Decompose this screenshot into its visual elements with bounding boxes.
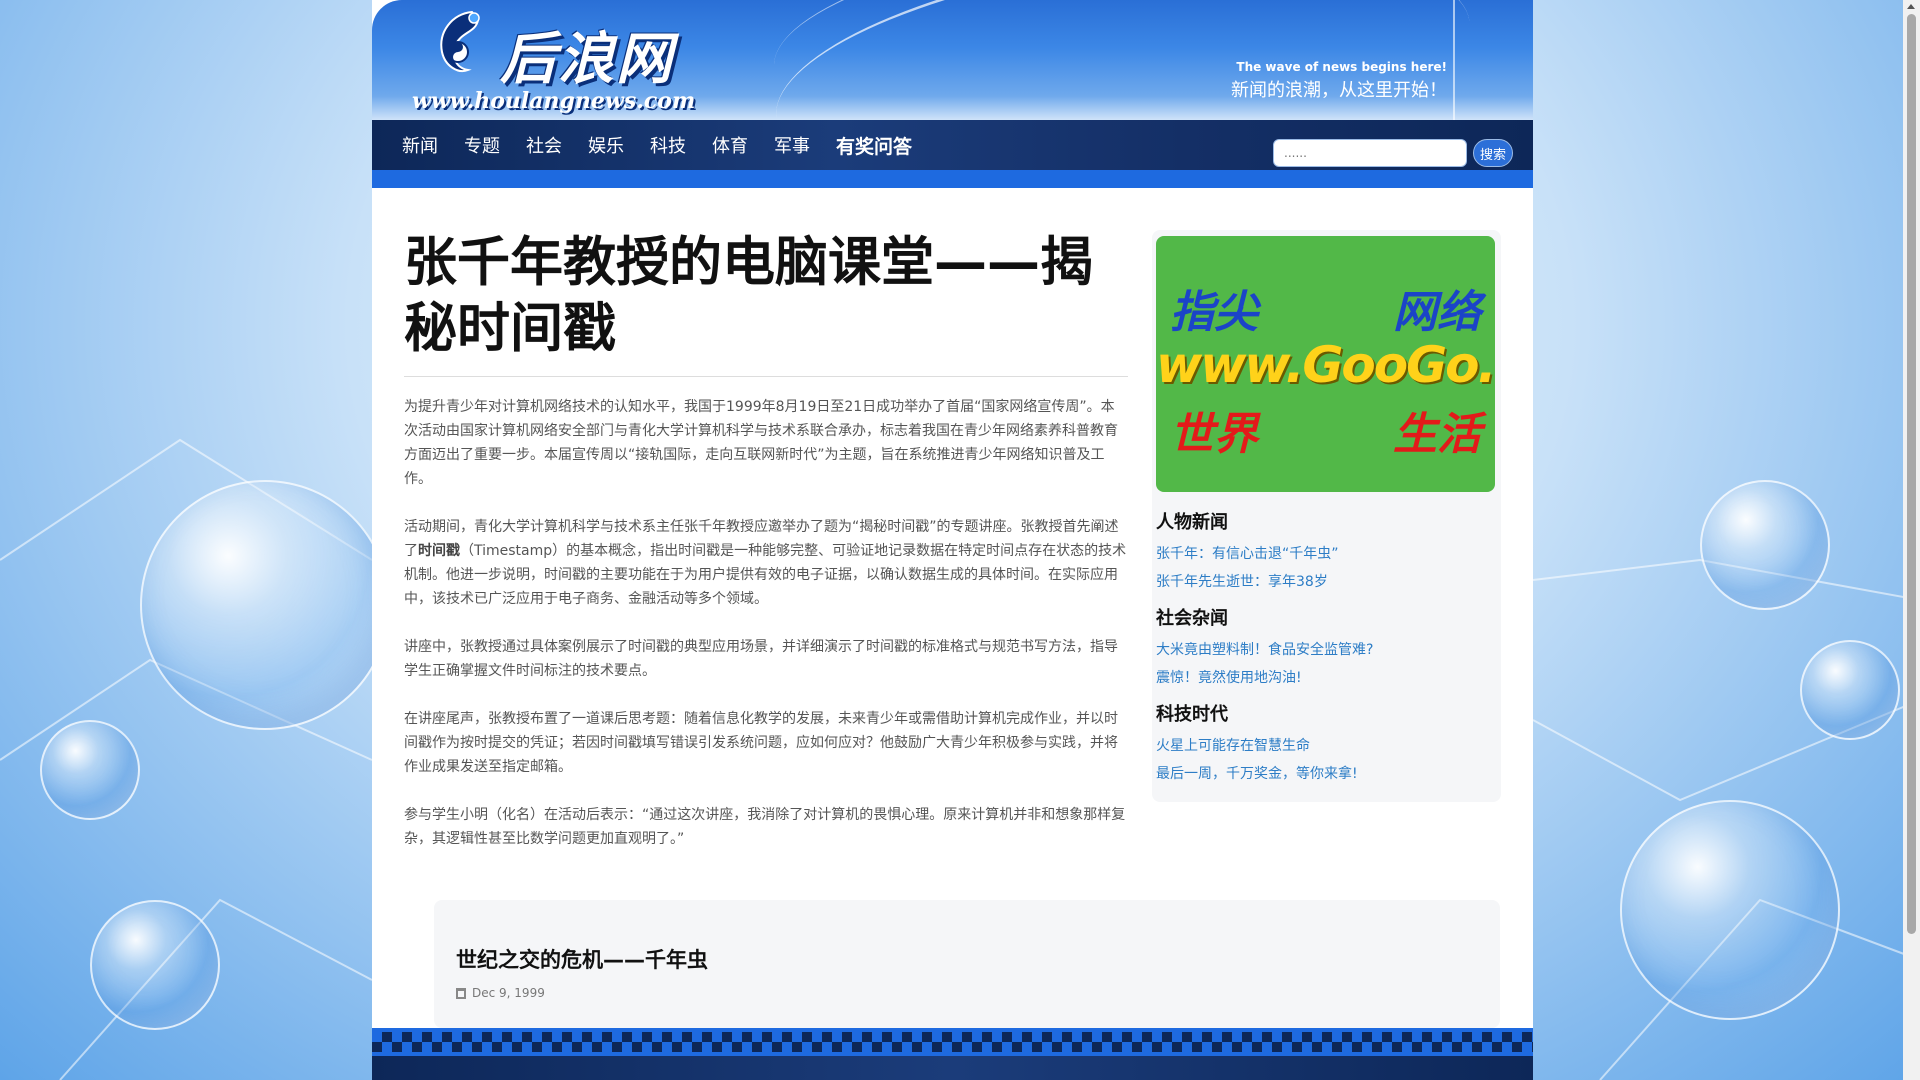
related-article-title[interactable]: 世纪之交的危机——千年虫 — [456, 944, 708, 974]
header-banner: 后浪网 www.houlangnews.com The wave of news… — [372, 0, 1533, 120]
related-article-date: Dec 9, 1999 — [456, 986, 545, 1000]
timestamp-term: 时间戳 — [418, 543, 460, 559]
bubble-decoration — [140, 480, 390, 730]
tagline-english: The wave of news begins here! — [1236, 60, 1447, 74]
search-input[interactable] — [1273, 139, 1467, 167]
bubble-decoration — [1700, 480, 1830, 610]
ad-text: 网络 — [1393, 287, 1481, 338]
tagline-chinese: 新闻的浪潮，从这里开始！ — [1231, 80, 1447, 101]
nav-underline — [372, 170, 1533, 188]
section-title: 社会杂闻 — [1156, 608, 1228, 629]
ad-banner[interactable]: 指尖 网络 www.GooGo.com 世界 生活 — [1156, 236, 1495, 492]
article-title: 张千年教授的电脑课堂——揭秘时间戳 — [404, 232, 1093, 359]
nav-item-topics[interactable]: 专题 — [464, 132, 500, 159]
article: 张千年教授的电脑课堂——揭秘时间戳 为提升青少年对计算机网络技术的认知水平，我国… — [404, 230, 1128, 875]
sidebar-link[interactable]: 最后一周，千万奖金，等你来拿! — [1156, 760, 1496, 788]
footer-strip — [372, 1028, 1533, 1080]
search-button[interactable]: 搜索 — [1473, 139, 1513, 167]
nav-item-sports[interactable]: 体育 — [712, 132, 748, 159]
article-paragraph: 参与学生小明（化名）在活动后表示：“通过这次讲座，我消除了对计算机的畏惧心理。原… — [404, 807, 1126, 847]
nav-item-society[interactable]: 社会 — [526, 132, 562, 159]
title-divider — [404, 376, 1128, 377]
site-logo-url[interactable]: www.houlangnews.com — [412, 88, 695, 114]
article-paragraph: 在讲座尾声，张教授布置了一道课后思考题：随着信息化教学的发展，未来青少年或需借助… — [404, 711, 1118, 775]
article-paragraph: 活动期间，青化大学计算机科学与技术系主任张千年教授应邀举办了题为“揭秘时间戳”的… — [404, 515, 1128, 611]
banner-divider — [1453, 0, 1455, 120]
ad-text: 世界 — [1170, 409, 1258, 460]
sidebar: 指尖 网络 www.GooGo.com 世界 生活 人物新闻 张千年：有信心击退… — [1152, 230, 1501, 802]
section-title: 科技时代 — [1156, 704, 1228, 725]
sidebar-link[interactable]: 大米竟由塑料制！食品安全监管难? — [1156, 636, 1496, 664]
sidebar-link[interactable]: 震惊！竟然使用地沟油! — [1156, 664, 1496, 692]
article-paragraph: 讲座中，张教授通过具体案例展示了时间戳的典型应用场景，并详细演示了时间戳的标准格… — [404, 639, 1118, 679]
scroll-up-arrow-icon[interactable] — [1907, 4, 1915, 9]
related-article-card[interactable]: 世纪之交的危机——千年虫 Dec 9, 1999 — [434, 900, 1500, 1028]
nav-item-news[interactable]: 新闻 — [402, 132, 438, 159]
scrollbar-thumb[interactable] — [1907, 14, 1916, 934]
section-title: 人物新闻 — [1156, 512, 1228, 533]
ad-text: 指尖 — [1170, 287, 1258, 338]
sidebar-link[interactable]: 张千年：有信心击退“千年虫” — [1156, 540, 1496, 568]
footer-dark-band — [372, 1056, 1533, 1080]
bubble-decoration — [1620, 800, 1840, 1020]
sidebar-section-society: 社会杂闻 大米竟由塑料制！食品安全监管难? 震惊！竟然使用地沟油! — [1156, 604, 1496, 692]
footer-checker-pattern — [372, 1032, 1533, 1052]
nav-item-tech[interactable]: 科技 — [650, 132, 686, 159]
nav-item-entertainment[interactable]: 娱乐 — [588, 132, 624, 159]
scrollbar[interactable] — [1903, 0, 1920, 1080]
article-paragraph: 为提升青少年对计算机网络技术的认知水平，我国于1999年8月19日至21日成功举… — [404, 399, 1118, 487]
calendar-icon — [456, 987, 466, 999]
bubble-decoration — [40, 720, 140, 820]
ad-url: www.GooGo.com — [1156, 336, 1495, 394]
nav-item-quiz[interactable]: 有奖问答 — [836, 132, 912, 159]
sidebar-section-tech: 科技时代 火星上可能存在智慧生命 最后一周，千万奖金，等你来拿! — [1156, 700, 1496, 788]
ad-text: 生活 — [1393, 409, 1481, 460]
bubble-decoration — [1800, 640, 1900, 740]
date-text: Dec 9, 1999 — [472, 986, 545, 1000]
sidebar-link[interactable]: 张千年先生逝世：享年38岁 — [1156, 568, 1496, 596]
paragraph-text: （Timestamp）的基本概念，指出时间戳是一种能够完整、可验证地记录数据在特… — [404, 543, 1127, 607]
page-container: 后浪网 www.houlangnews.com The wave of news… — [372, 0, 1533, 1080]
main-nav: 新闻 专题 社会 娱乐 科技 体育 军事 有奖问答 搜索 — [372, 120, 1533, 170]
nav-item-military[interactable]: 军事 — [774, 132, 810, 159]
site-logo-title[interactable]: 后浪网 — [500, 14, 674, 95]
sidebar-link[interactable]: 火星上可能存在智慧生命 — [1156, 732, 1496, 760]
bubble-decoration — [90, 900, 220, 1030]
sidebar-section-people: 人物新闻 张千年：有信心击退“千年虫” 张千年先生逝世：享年38岁 — [1156, 508, 1496, 596]
logo-emblem-icon — [440, 10, 480, 72]
